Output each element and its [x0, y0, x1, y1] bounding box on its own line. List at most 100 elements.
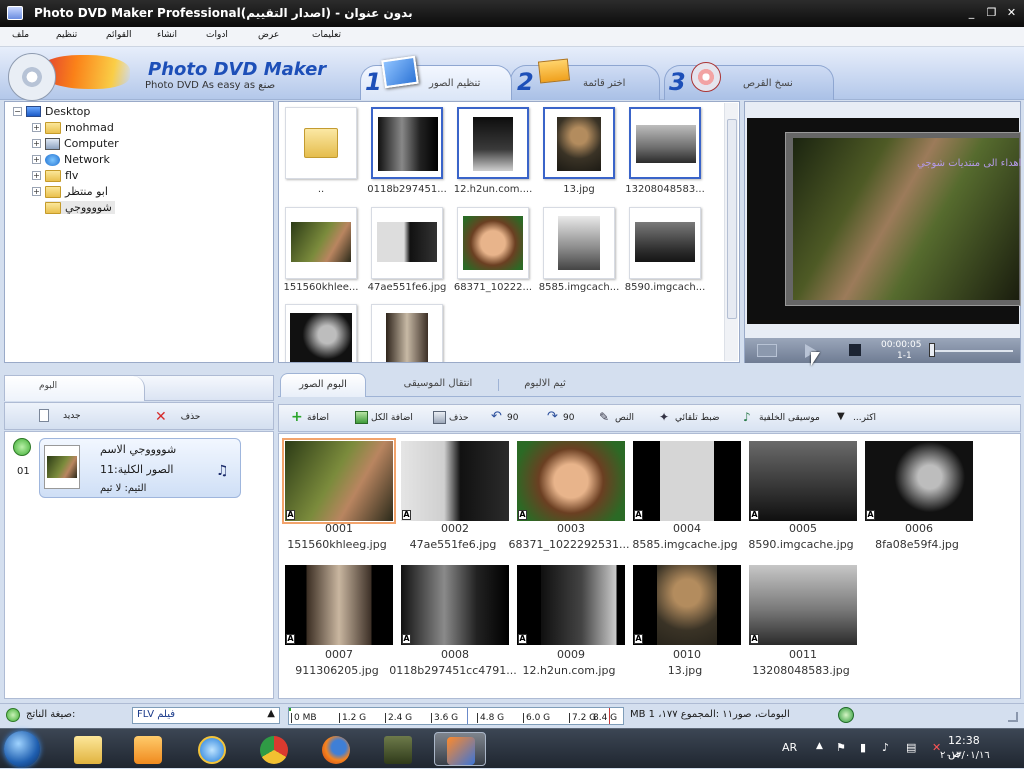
expand-icon[interactable]: +: [32, 171, 41, 180]
browser-scrollbar[interactable]: [724, 103, 738, 361]
taskbar-video-app[interactable]: [372, 732, 424, 766]
browser-item-thumb[interactable]: [457, 207, 529, 279]
rotate-right-button[interactable]: ↷ 90: [547, 410, 574, 424]
more-button[interactable]: ▼ ...اكثر: [837, 411, 876, 424]
menu-lists[interactable]: القوائم: [106, 30, 131, 40]
clock-date[interactable]: ٢٠١٣/٠١/١٦: [940, 750, 990, 761]
collapse-icon[interactable]: −: [13, 107, 22, 116]
auto-adjust-button[interactable]: ✦ ضبط تلقائي: [659, 411, 720, 424]
restore-button[interactable]: ❐: [985, 7, 998, 20]
browser-item-thumb[interactable]: [371, 304, 443, 362]
seek-track[interactable]: [931, 350, 1013, 352]
storyboard-item[interactable]: A: [285, 565, 393, 645]
taskbar-ie[interactable]: [186, 732, 238, 766]
start-button[interactable]: [4, 731, 40, 767]
menu-create[interactable]: انشاء: [157, 30, 177, 40]
storyboard-item[interactable]: A: [401, 441, 509, 521]
storyboard-item[interactable]: A: [749, 565, 857, 645]
tab-music-transition[interactable]: انتقال الموسيقى: [378, 373, 498, 397]
taskbar-firefox[interactable]: [310, 732, 362, 766]
delete-button[interactable]: حذف: [433, 411, 469, 424]
album-tab[interactable]: [5, 376, 145, 401]
browser-item-thumb[interactable]: [371, 107, 443, 179]
prev-button[interactable]: [757, 344, 777, 357]
album-total: الصور الكلية:11: [100, 463, 174, 476]
tree-item-mohmad[interactable]: + mohmad: [32, 121, 114, 134]
storyboard-number: 0001: [325, 522, 353, 535]
storyboard-item[interactable]: A: [865, 441, 973, 521]
photo-thumbnail: [463, 216, 523, 270]
music-note-icon: ♫: [216, 463, 229, 479]
stop-button[interactable]: [849, 344, 861, 356]
background-music-button[interactable]: ♪ موسيقى الخلفية: [743, 411, 820, 424]
update-icon[interactable]: [838, 707, 854, 723]
menu-file[interactable]: ملف: [12, 30, 29, 40]
album-thumbnail-image: [47, 456, 77, 478]
menu-help[interactable]: تعليمات: [312, 30, 341, 40]
network-status-icon[interactable]: ▤: [906, 741, 916, 754]
volume-icon[interactable]: ♪: [882, 741, 889, 754]
browser-item-parent-folder[interactable]: [285, 107, 357, 179]
text-button[interactable]: ✎ النص: [599, 411, 634, 424]
storyboard-item[interactable]: A: [633, 565, 741, 645]
expand-icon[interactable]: +: [32, 155, 41, 164]
menu-organize[interactable]: تنظيم: [56, 30, 77, 40]
storyboard-item[interactable]: A: [517, 565, 625, 645]
scrollbar-thumb[interactable]: [727, 119, 737, 319]
browser-item-thumb[interactable]: [543, 107, 615, 179]
browser-item-thumb[interactable]: [629, 107, 701, 179]
storyboard-item[interactable]: A: [401, 565, 509, 645]
seek-handle[interactable]: [929, 343, 935, 357]
browser-item-thumb[interactable]: [285, 304, 357, 362]
output-format-select[interactable]: FLV فيلم ▲: [132, 707, 280, 724]
taskbar-photo-dvd-maker[interactable]: [434, 732, 486, 766]
menu-view[interactable]: عرض: [258, 30, 279, 40]
taskbar-media-player[interactable]: [122, 732, 174, 766]
power-icon[interactable]: ▮: [860, 741, 866, 754]
chevron-up-icon[interactable]: ▲: [816, 741, 823, 751]
expand-icon[interactable]: +: [32, 123, 41, 132]
expand-icon[interactable]: +: [32, 139, 41, 148]
rotate-left-button[interactable]: ↶ 90: [491, 410, 518, 424]
storyboard-item[interactable]: A: [749, 441, 857, 521]
browser-item-thumb[interactable]: [543, 207, 615, 279]
tree-item-shoooji[interactable]: شووووجي: [45, 201, 115, 214]
tree-item-network[interactable]: + Network: [32, 153, 110, 166]
tree-item-abu-muntadhar[interactable]: + ابو منتظر: [32, 185, 108, 198]
menu-tools[interactable]: ادوات: [206, 30, 228, 40]
add-button[interactable]: + اضافة: [291, 410, 329, 424]
browser-item-thumb[interactable]: [457, 107, 529, 179]
tab-photo-album[interactable]: البوم الصور: [280, 373, 366, 397]
storyboard-item[interactable]: A: [282, 438, 396, 524]
storyboard-item[interactable]: A: [517, 441, 625, 521]
auto-adjust-label: ضبط تلقائي: [675, 412, 720, 423]
browser-item-thumb[interactable]: [371, 207, 443, 279]
taskbar-chrome[interactable]: [248, 732, 300, 766]
tab-step-burn[interactable]: 3 نسخ القرص: [664, 62, 834, 100]
browser-item-thumb[interactable]: [285, 207, 357, 279]
tree-item-computer[interactable]: + Computer: [32, 137, 119, 150]
album-play-icon[interactable]: [13, 438, 31, 456]
storyboard-item[interactable]: A: [633, 441, 741, 521]
logo-title: Photo DVD Maker: [148, 59, 327, 80]
expand-icon[interactable]: +: [32, 187, 41, 196]
tree-item-desktop[interactable]: − Desktop: [13, 105, 90, 118]
language-indicator[interactable]: AR: [782, 741, 797, 754]
camera-icon: [384, 736, 412, 764]
text-marker-icon: A: [634, 634, 643, 644]
add-all-button[interactable]: اضافة الكل: [355, 411, 413, 424]
album-card[interactable]: شووووجي الاسم الصور الكلية:11 الثيم: لا …: [39, 438, 241, 498]
tree-item-flv[interactable]: + flv: [32, 169, 78, 182]
taskbar-explorer[interactable]: [62, 732, 114, 766]
delete-album-button[interactable]: ✕ حذف: [155, 409, 200, 425]
tab-step-organize[interactable]: 1 تنظيم الصور: [360, 55, 512, 100]
flag-icon[interactable]: ⚑: [836, 741, 846, 754]
tab-step-menu[interactable]: 2 اختر قائمة: [510, 58, 660, 100]
resize-grip-icon[interactable]: [1008, 712, 1018, 722]
storyboard-filename: 8fa08e59f4.jpg: [875, 538, 959, 551]
minimize-button[interactable]: _: [965, 7, 978, 20]
new-album-button[interactable]: جديد: [39, 409, 81, 422]
tab-album-theme[interactable]: ثيم الالبوم: [500, 373, 590, 397]
browser-item-thumb[interactable]: [629, 207, 701, 279]
close-button[interactable]: ✕: [1005, 7, 1018, 20]
